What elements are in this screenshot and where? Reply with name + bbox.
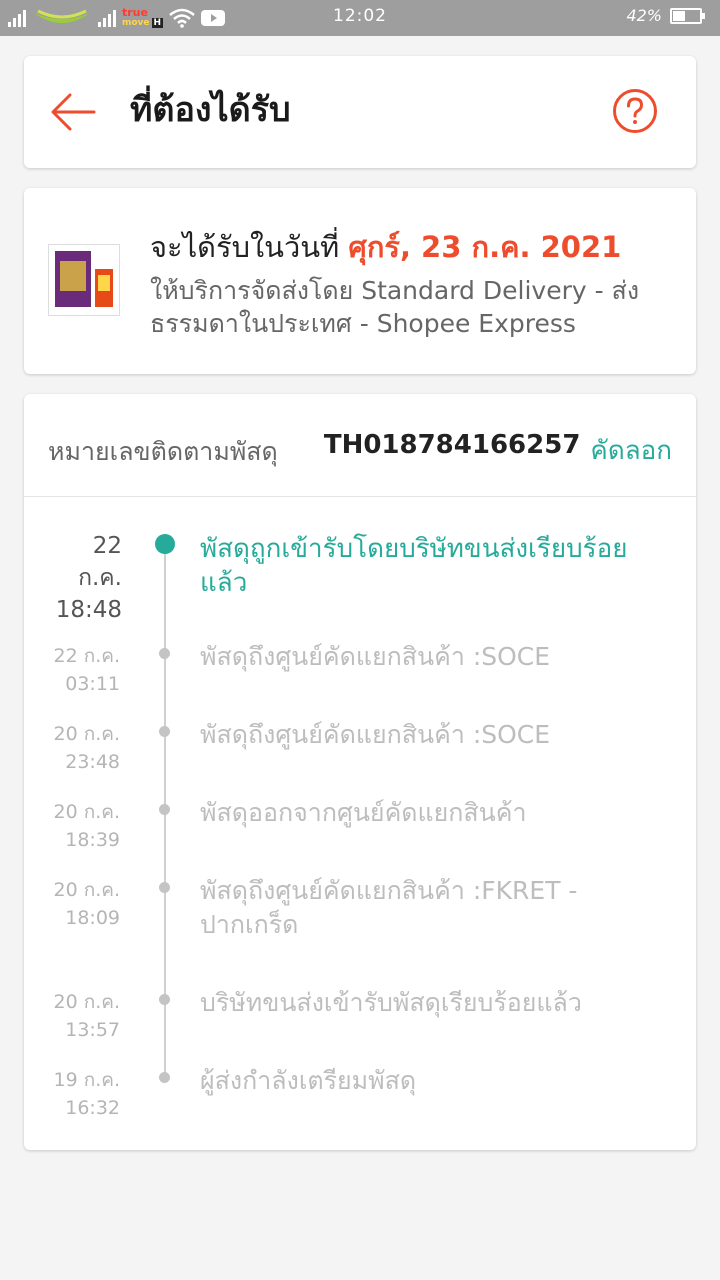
event-text: บริษัทขนส่งเข้ารับพัสดุเรียบร้อยแล้ว bbox=[200, 988, 582, 1017]
battery-level bbox=[673, 10, 685, 21]
estimated-delivery: จะได้รับในวันที่ ศุกร์, 23 ก.ค. 2021 bbox=[150, 224, 621, 270]
tracking-number-row: TH018784166257 คัดลอก bbox=[324, 430, 672, 471]
timeline-dot bbox=[159, 882, 170, 893]
event-datetime: 20 ก.ค. 18:39 bbox=[48, 798, 120, 854]
event-text: พัสดุถึงศูนย์คัดแยกสินค้า :SOCE bbox=[200, 720, 551, 749]
timeline-dot bbox=[159, 726, 170, 737]
timeline-dot bbox=[155, 534, 175, 554]
product-image-book bbox=[55, 251, 91, 307]
event-datetime: 20 ก.ค. 23:48 bbox=[48, 720, 120, 776]
event-time: 13:57 bbox=[65, 1019, 120, 1041]
battery-percent: 42% bbox=[626, 6, 662, 25]
event-time: 18:39 bbox=[65, 829, 120, 851]
event-date: 22 ก.ค. bbox=[53, 645, 120, 667]
event-text: พัสดุถึงศูนย์คัดแยกสินค้า :FKRET - ปากเก… bbox=[200, 876, 578, 939]
event-date: 22 ก.ค. bbox=[78, 533, 122, 591]
event-datetime: 20 ก.ค. 13:57 bbox=[48, 988, 120, 1044]
event-time: 18:48 bbox=[55, 597, 122, 623]
divider bbox=[24, 496, 696, 497]
event-datetime: 19 ก.ค. 16:32 bbox=[48, 1066, 120, 1122]
tracking-number-label: หมายเลขติดตามพัสดุ bbox=[48, 437, 278, 466]
event-text: ผู้ส่งกำลังเตรียมพัสดุ bbox=[200, 1066, 417, 1095]
copy-button[interactable]: คัดลอก bbox=[590, 430, 672, 471]
battery-icon bbox=[670, 7, 705, 24]
event-date: 20 ก.ค. bbox=[53, 879, 120, 901]
event-text: พัสดุถูกเข้ารับโดยบริษัทขนส่งเรียบร้อยแล… bbox=[200, 534, 628, 598]
eta-prefix: จะได้รับในวันที่ bbox=[150, 230, 340, 264]
product-image-pack bbox=[95, 269, 113, 307]
event-datetime: 22 ก.ค. 18:48 bbox=[48, 530, 122, 626]
event-datetime: 20 ก.ค. 18:09 bbox=[48, 876, 120, 932]
product-thumbnail[interactable] bbox=[48, 244, 120, 316]
page-title: ที่ต้องได้รับ bbox=[130, 90, 291, 130]
event-text: พัสดุออกจากศูนย์คัดแยกสินค้า bbox=[200, 798, 527, 827]
shipping-service: ให้บริการจัดส่งโดย Standard Delivery - ส… bbox=[150, 276, 640, 338]
event-text: พัสดุถึงศูนย์คัดแยกสินค้า :SOCE bbox=[200, 642, 551, 671]
timeline-dot bbox=[159, 994, 170, 1005]
event-time: 03:11 bbox=[65, 673, 120, 695]
question-circle-icon[interactable] bbox=[612, 88, 658, 134]
event-datetime: 22 ก.ค. 03:11 bbox=[48, 642, 120, 698]
event-time: 16:32 bbox=[65, 1097, 120, 1119]
event-date: 20 ก.ค. bbox=[53, 723, 120, 745]
event-time: 23:48 bbox=[65, 751, 120, 773]
timeline-dot bbox=[159, 1072, 170, 1083]
header-card: ที่ต้องได้รับ bbox=[24, 56, 696, 168]
event-date: 20 ก.ค. bbox=[53, 801, 120, 823]
tracking-number: TH018784166257 bbox=[323, 430, 581, 460]
tracking-card: หมายเลขติดตามพัสดุ TH018784166257 คัดลอก… bbox=[24, 394, 696, 1150]
status-bar: true move H 12:02 42% bbox=[0, 0, 720, 36]
event-date: 19 ก.ค. bbox=[53, 1069, 120, 1091]
eta-date: ศุกร์, 23 ก.ค. 2021 bbox=[348, 230, 622, 264]
timeline-dot bbox=[159, 804, 170, 815]
event-time: 18:09 bbox=[65, 907, 120, 929]
status-right: 42% bbox=[626, 6, 705, 25]
clock: 12:02 bbox=[333, 6, 387, 26]
arrow-left-icon[interactable] bbox=[50, 92, 96, 132]
event-date: 20 ก.ค. bbox=[53, 991, 120, 1013]
timeline-dot bbox=[159, 648, 170, 659]
delivery-card: จะได้รับในวันที่ ศุกร์, 23 ก.ค. 2021 ให้… bbox=[24, 188, 696, 374]
